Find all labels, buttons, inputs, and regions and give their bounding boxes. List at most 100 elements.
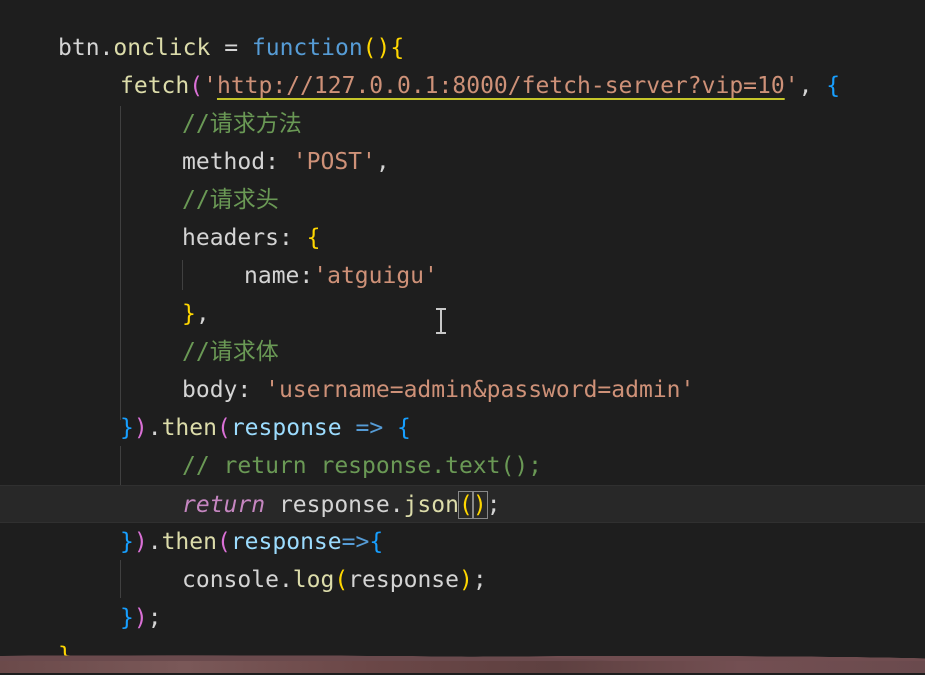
code-token: : [299,263,314,289]
code-line[interactable]: headers: { [0,219,925,257]
code-line[interactable]: btn.onclick = function(){ [0,29,925,67]
code-token: then [161,415,217,441]
code-line-text: //请求体 [182,333,279,371]
code-line-text: }, [182,295,210,333]
code-token: return [182,492,266,518]
code-line-text: return response.json(); [182,486,501,524]
code-line-text: fetch('http://127.0.0.1:8000/fetch-serve… [120,67,840,105]
code-token: (){ [362,35,405,61]
code-token: response [265,492,390,518]
code-token: btn [58,35,100,61]
code-token: headers [182,225,279,251]
code-token: . [147,529,162,555]
code-token: : [237,377,266,403]
code-line[interactable]: name:'atguigu' [0,257,925,295]
code-token: => [341,529,370,555]
code-token: // return response.text(); [182,453,543,479]
code-token: body [182,377,238,403]
code-token: ( [216,415,231,441]
code-token: ) [133,529,148,555]
code-line[interactable]: fetch('http://127.0.0.1:8000/fetch-serve… [0,67,925,105]
code-editor[interactable]: btn.onclick = function(){fetch('http://1… [0,0,925,673]
code-line[interactable]: }); [0,599,925,637]
code-line[interactable]: //请求方法 [0,105,925,143]
code-token: } [120,529,134,555]
code-line[interactable]: method: 'POST', [0,143,925,181]
code-line[interactable]: // return response.text(); [0,447,925,485]
code-token: ) [133,415,148,441]
code-token: method [182,149,266,175]
code-token: { [306,225,321,251]
code-line-text: headers: { [182,219,321,257]
code-token: response [230,529,342,555]
code-line-text: }).then(response=>{ [120,523,383,561]
code-line[interactable]: return response.json(); [0,485,925,523]
code-token: //请求头 [182,187,279,213]
code-token: ( [216,529,231,555]
code-token: 'atguigu' [313,263,438,289]
code-line-text: method: 'POST', [182,143,390,181]
code-token: => [355,415,384,441]
code-token: } [120,415,134,441]
code-line-text: btn.onclick = function(){ [58,29,404,67]
code-token: } [120,605,134,631]
code-token: ; [486,492,501,518]
code-token: ) [133,605,148,631]
code-line[interactable]: }).then(response => { [0,409,925,447]
code-line-text: // return response.text(); [182,447,542,485]
code-token: , [375,149,390,175]
code-token: ( [457,491,474,519]
code-token: ' [784,73,799,99]
code-token: ' [203,73,217,99]
code-token: 'POST' [292,149,376,175]
code-token: : [265,149,293,175]
code-line[interactable]: console.log(response); [0,561,925,599]
code-line-text: }); [120,599,162,637]
code-token: { [397,415,411,441]
code-line[interactable]: }, [0,295,925,333]
code-token: { [369,529,384,555]
code-token: fetch [120,73,190,99]
code-token: . [278,567,293,593]
code-line-text: //请求头 [182,181,279,219]
code-token: response [348,567,459,593]
code-token: onclick [113,35,211,61]
code-token: 'username=admin&password=admin' [265,377,695,403]
code-token: : [278,225,307,251]
code-token: //请求方法 [182,111,302,137]
code-token: function [251,35,363,61]
code-token: ; [147,605,162,631]
code-token: { [826,73,841,99]
code-line-text: console.log(response); [182,561,487,599]
code-token: ) [458,567,473,593]
code-token: //请求体 [182,339,279,365]
code-token: json [403,492,459,518]
code-line[interactable]: body: 'username=admin&password=admin' [0,371,925,409]
code-token: . [147,415,162,441]
code-token: . [99,35,114,61]
code-line-text: body: 'username=admin&password=admin' [182,371,694,409]
code-line-text: name:'atguigu' [244,257,438,295]
code-token: response [230,415,342,441]
video-overlay-strip [0,651,925,673]
code-token: log [292,567,335,593]
code-token: ( [334,567,349,593]
code-line[interactable]: //请求体 [0,333,925,371]
code-token: , [195,301,210,327]
code-token: console [182,567,279,593]
code-line[interactable]: //请求头 [0,181,925,219]
code-line-text: //请求方法 [182,105,302,143]
code-token: ) [471,491,488,519]
code-token: then [161,529,217,555]
code-line[interactable]: }).then(response=>{ [0,523,925,561]
code-token: } [182,301,196,327]
code-token: = [210,35,252,61]
code-token: ( [189,73,204,99]
code-token: name [244,263,300,289]
code-token: , [798,73,827,99]
code-token: http://127.0.0.1:8000/fetch-server?vip=1… [216,73,785,99]
code-line-text: }).then(response => { [120,409,411,447]
code-token: ; [472,567,487,593]
